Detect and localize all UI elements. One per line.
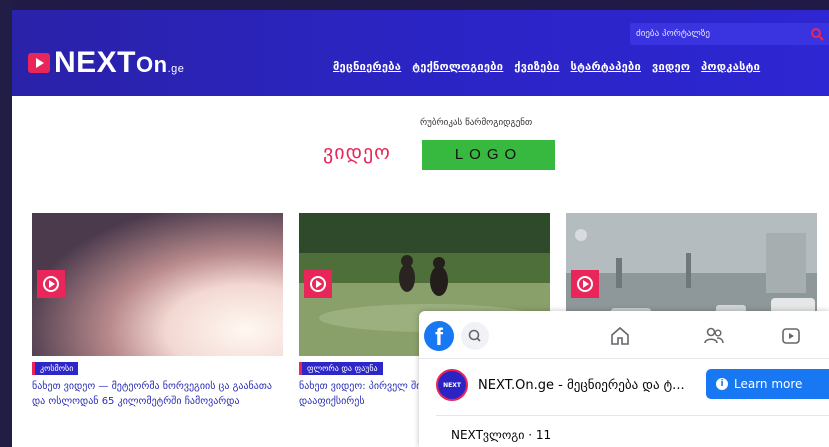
divider <box>436 415 829 416</box>
nav-item-podcast[interactable]: პოდკასტი <box>701 60 760 73</box>
logo-text: NEXTOn.ge <box>54 46 184 80</box>
header-top-strip <box>12 0 829 10</box>
search-icon[interactable] <box>810 27 824 41</box>
facebook-logo-icon[interactable]: f <box>424 321 454 351</box>
page-frame <box>0 0 12 447</box>
video-thumbnail[interactable] <box>32 213 283 356</box>
friends-icon[interactable] <box>703 325 725 347</box>
play-button[interactable] <box>304 270 332 298</box>
learn-more-button[interactable]: i Learn more <box>706 369 829 399</box>
play-icon <box>577 276 593 292</box>
info-icon: i <box>716 378 728 390</box>
play-icon <box>43 276 59 292</box>
facebook-page-info[interactable]: NEXT NEXT.On.ge - მეცნიერება და ტ... <box>436 369 685 401</box>
play-button[interactable] <box>37 270 65 298</box>
nav-item-science[interactable]: მეცნიერება <box>333 60 401 73</box>
play-button[interactable] <box>571 270 599 298</box>
meteor-image <box>32 213 283 356</box>
nav-item-startups[interactable]: სტარტაპები <box>571 60 641 73</box>
card-title[interactable]: ნახეთ ვიდეო — მეტეორმა ნორვეგიის ცა გაან… <box>32 379 283 409</box>
avatar[interactable]: NEXT <box>436 369 468 401</box>
main-nav: მეცნიერება ტექნოლოგიები ქვიზები სტარტაპე… <box>333 60 760 73</box>
sponsor-label: რუბრიკას წარმოგიდგენთ <box>420 118 533 128</box>
category-tag[interactable]: კოსმოსი <box>32 362 79 375</box>
search-input[interactable] <box>636 26 796 42</box>
facebook-page-name[interactable]: NEXT.On.ge - მეცნიერება და ტ... <box>478 378 685 393</box>
video-card[interactable]: კოსმოსი ნახეთ ვიდეო — მეტეორმა ნორვეგიის… <box>32 213 283 409</box>
search-icon <box>468 329 481 342</box>
learn-more-label: Learn more <box>734 377 803 391</box>
watch-icon[interactable] <box>780 325 802 347</box>
logo-ge: .ge <box>167 63 185 75</box>
site-header: NEXTOn.ge მეცნიერება ტექნოლოგიები ქვიზებ… <box>12 0 829 96</box>
sponsor-logo[interactable]: LOGO <box>422 140 555 170</box>
home-icon[interactable] <box>609 325 631 347</box>
logo-main: NEXT <box>54 46 137 79</box>
facebook-search-button[interactable] <box>461 322 489 350</box>
play-icon <box>310 276 326 292</box>
facebook-toolbar: f <box>419 311 829 359</box>
nav-item-quizzes[interactable]: ქვიზები <box>514 60 559 73</box>
nav-item-technology[interactable]: ტექნოლოგიები <box>412 60 503 73</box>
site-logo[interactable]: NEXTOn.ge <box>28 46 184 80</box>
search-box <box>630 23 829 45</box>
nav-item-video[interactable]: ვიდეო <box>652 60 690 73</box>
page-title: ვიდეო <box>323 140 391 164</box>
logo-on: On <box>136 52 168 77</box>
facebook-post-title[interactable]: NEXTვლოგი · 11 <box>451 428 551 442</box>
play-logo-icon <box>28 53 50 73</box>
category-tag[interactable]: ფლორა და ფაუნა <box>299 362 383 375</box>
facebook-embed: f NEXT NEXT.On.ge - მეცნიერება და ტ... i… <box>419 311 829 447</box>
